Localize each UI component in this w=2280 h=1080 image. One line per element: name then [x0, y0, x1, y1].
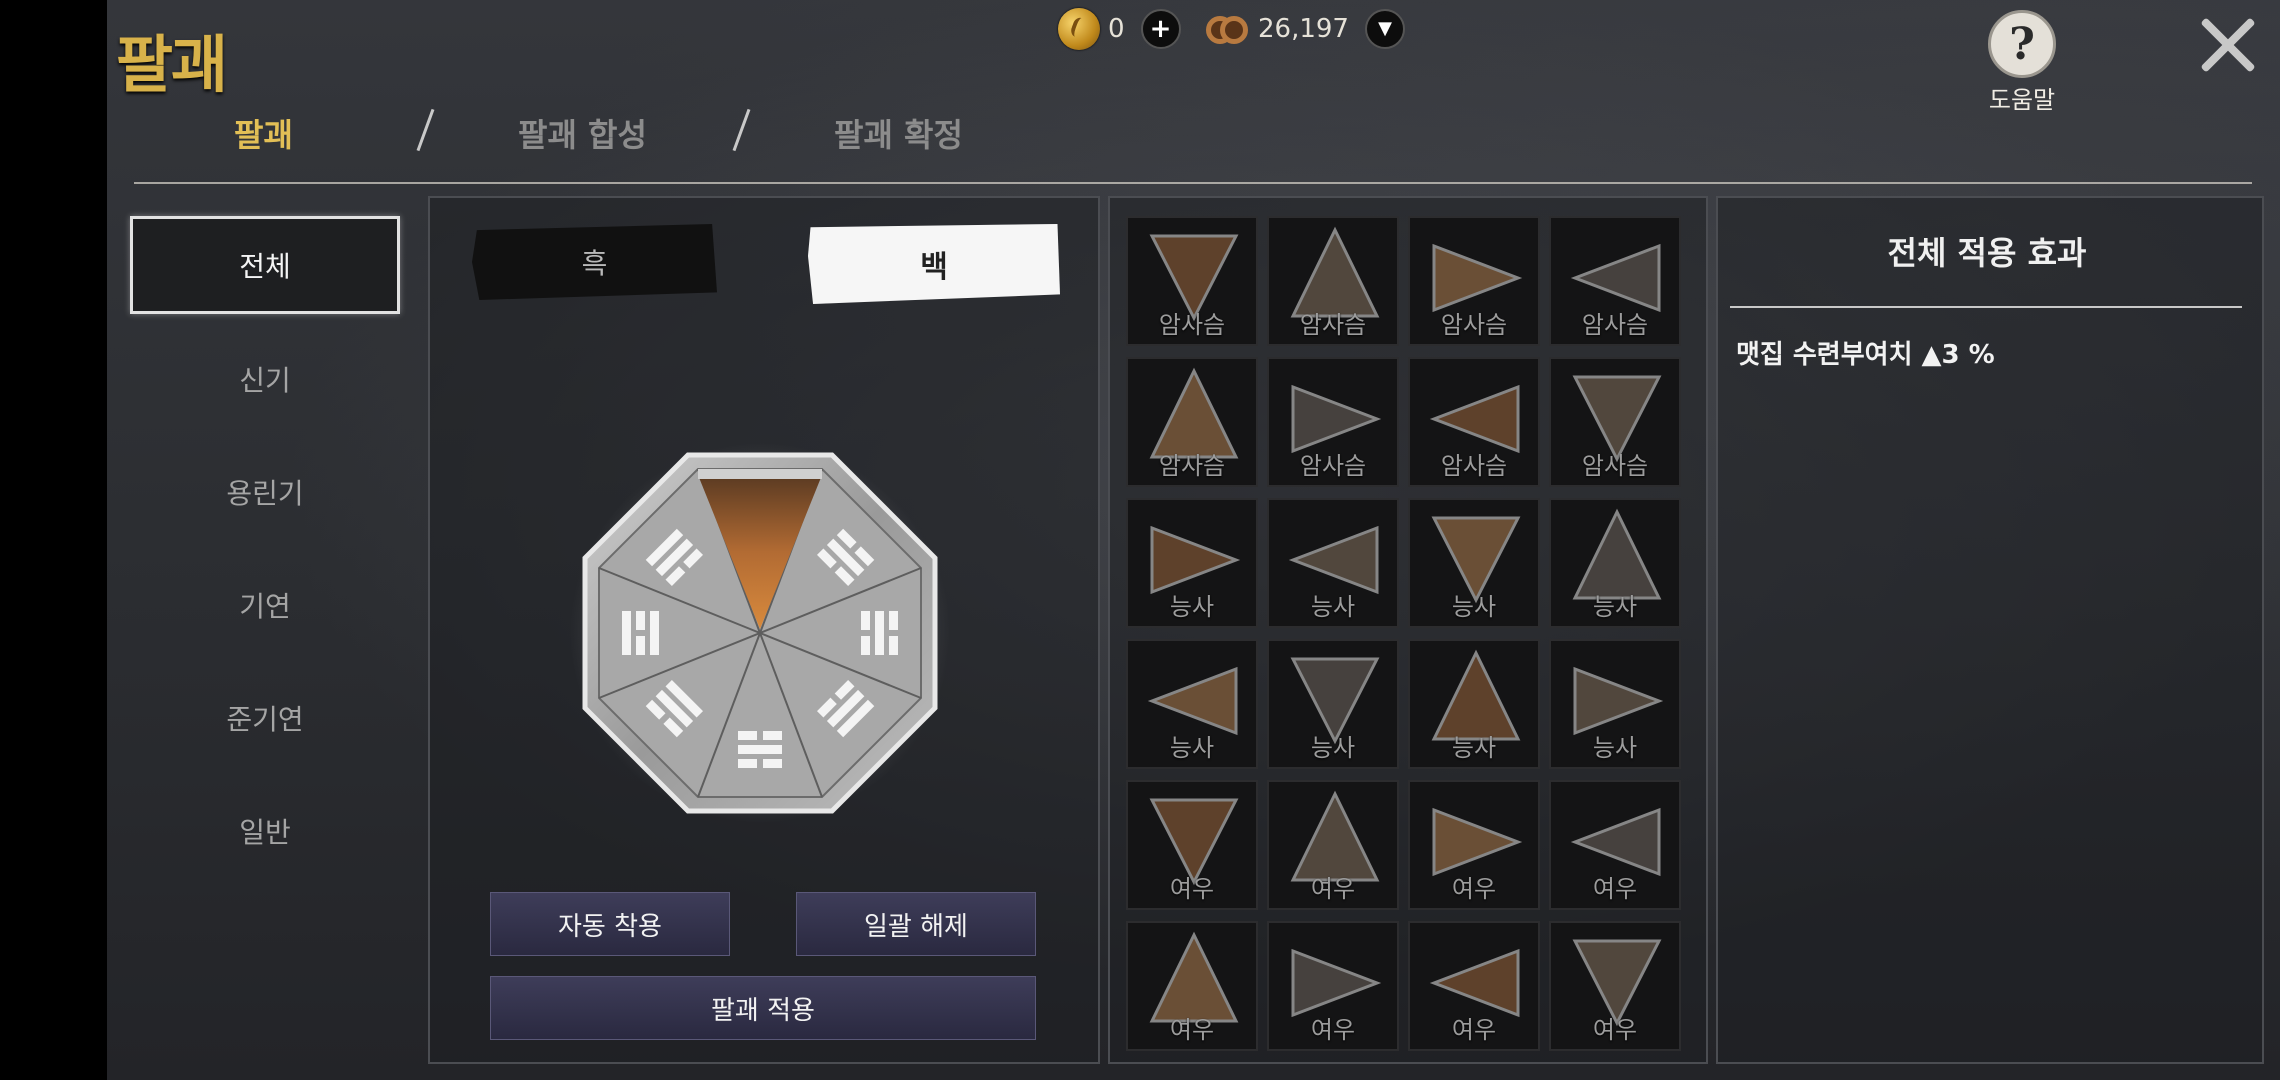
- inventory-slot[interactable]: 여우: [1408, 921, 1540, 1051]
- inventory-slot[interactable]: 능사: [1267, 498, 1399, 628]
- inventory-slot[interactable]: 여우: [1549, 780, 1681, 910]
- auto-equip-button[interactable]: 자동 착용: [490, 892, 730, 956]
- inventory-slot-label: 여우: [1451, 875, 1497, 903]
- inventory-slot-label: 능사: [1451, 593, 1497, 621]
- inventory-slot[interactable]: 암사슴: [1549, 216, 1681, 346]
- inventory-slot[interactable]: 암사슴: [1267, 357, 1399, 487]
- category-singi[interactable]: 신기: [130, 330, 400, 428]
- inventory-slot[interactable]: 능사: [1408, 639, 1540, 769]
- inventory-slot[interactable]: 암사슴: [1267, 216, 1399, 346]
- inventory-slot[interactable]: 암사슴: [1549, 357, 1681, 487]
- left-black-bar: [0, 0, 107, 1080]
- inventory-slot-label: 암사슴: [1158, 452, 1226, 480]
- inventory-slot[interactable]: 능사: [1549, 639, 1681, 769]
- gold-currency: 0 +: [1058, 6, 1181, 52]
- black-toggle-button[interactable]: 흑: [472, 224, 717, 300]
- bead-amount: 26,197: [1258, 14, 1349, 44]
- category-all[interactable]: 전체: [130, 216, 400, 314]
- tab-confirm[interactable]: 팔괘 확정: [834, 110, 963, 156]
- help-label: 도움말: [1988, 86, 2056, 114]
- category-giyeon[interactable]: 기연: [130, 556, 400, 654]
- tab-synthesis[interactable]: 팔괘 합성: [518, 110, 647, 156]
- apply-palgwae-button[interactable]: 팔괘 적용: [490, 976, 1036, 1040]
- beads-icon: [1206, 14, 1250, 44]
- inventory-slot-label: 여우: [1169, 875, 1215, 903]
- palgwae-board[interactable]: [570, 443, 950, 823]
- inventory-slot-label: 여우: [1310, 875, 1356, 903]
- inventory-slot-label: 암사슴: [1299, 311, 1367, 339]
- inventory-slot-label: 암사슴: [1581, 452, 1649, 480]
- inventory-slot[interactable]: 능사: [1126, 639, 1258, 769]
- effects-title: 전체 적용 효과: [1887, 234, 2087, 272]
- inventory-slot-label: 여우: [1451, 1016, 1497, 1044]
- inventory-slot-label: 여우: [1169, 1016, 1215, 1044]
- inventory-slot[interactable]: 능사: [1126, 498, 1258, 628]
- inventory-slot-label: 여우: [1310, 1016, 1356, 1044]
- category-jungiyeon[interactable]: 준기연: [130, 669, 400, 767]
- inventory-slot-label: 암사슴: [1440, 311, 1508, 339]
- inventory-slot[interactable]: 능사: [1549, 498, 1681, 628]
- page-title: 팔괘: [116, 28, 228, 101]
- inventory-slot-label: 능사: [1451, 734, 1497, 762]
- inventory-slot-label: 능사: [1310, 734, 1356, 762]
- close-icon[interactable]: [2193, 10, 2263, 80]
- inventory-slot-label: 여우: [1592, 875, 1638, 903]
- inventory-slot[interactable]: 여우: [1267, 780, 1399, 910]
- inventory-slot[interactable]: 여우: [1267, 921, 1399, 1051]
- inventory-slot-label: 능사: [1592, 593, 1638, 621]
- bead-currency: 26,197 ▼: [1206, 6, 1405, 52]
- inventory-slot[interactable]: 여우: [1126, 921, 1258, 1051]
- gold-amount: 0: [1108, 14, 1125, 44]
- inventory-slot[interactable]: 암사슴: [1408, 216, 1540, 346]
- add-currency-button[interactable]: +: [1140, 9, 1181, 49]
- inventory-slot-label: 암사슴: [1299, 452, 1367, 480]
- effects-divider: [1730, 306, 2242, 308]
- inventory-slot-label: 암사슴: [1440, 452, 1508, 480]
- help-button[interactable]: ? 도움말: [1980, 10, 2064, 115]
- inventory-slot-label: 능사: [1592, 734, 1638, 762]
- inventory-slot-label: 암사슴: [1581, 311, 1649, 339]
- category-general[interactable]: 일반: [130, 782, 400, 880]
- effect-item: 맷집 수련부여치 ▲3 %: [1736, 340, 1995, 370]
- currency-dropdown-button[interactable]: ▼: [1364, 9, 1405, 49]
- inventory-slot-label: 여우: [1592, 1016, 1638, 1044]
- tab-palgwae[interactable]: 팔괘: [234, 110, 293, 156]
- inventory-slot[interactable]: 여우: [1408, 780, 1540, 910]
- effects-panel: [1716, 196, 2264, 1064]
- inventory-slot-label: 암사슴: [1158, 311, 1226, 339]
- inventory-slot[interactable]: 여우: [1126, 780, 1258, 910]
- palgwae-octagon: [570, 443, 950, 823]
- inventory-slot[interactable]: 암사슴: [1126, 357, 1258, 487]
- inventory-slot[interactable]: 여우: [1549, 921, 1681, 1051]
- unequip-all-button[interactable]: 일괄 해제: [796, 892, 1036, 956]
- inventory-slot[interactable]: 암사슴: [1408, 357, 1540, 487]
- inventory-slot-label: 능사: [1169, 593, 1215, 621]
- gold-coin-icon: [1058, 8, 1100, 50]
- inventory-slot-label: 능사: [1310, 593, 1356, 621]
- inventory-slot[interactable]: 능사: [1408, 498, 1540, 628]
- help-icon: ?: [1988, 10, 2056, 78]
- tab-underline: [134, 182, 2252, 184]
- inventory-slot-label: 능사: [1169, 734, 1215, 762]
- white-toggle-button[interactable]: 백: [808, 224, 1060, 304]
- inventory-slot[interactable]: 암사슴: [1126, 216, 1258, 346]
- category-yongringi[interactable]: 용린기: [130, 443, 400, 541]
- inventory-slot[interactable]: 능사: [1267, 639, 1399, 769]
